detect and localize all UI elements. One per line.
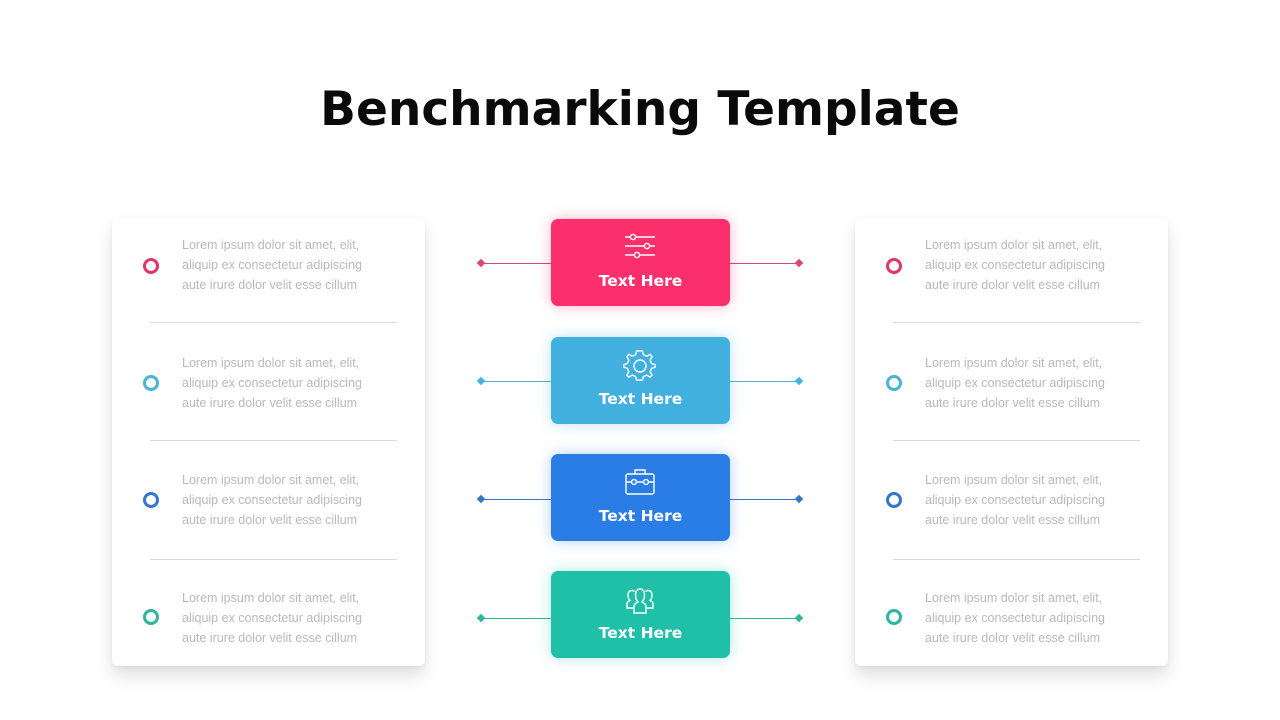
text-line: Lorem ipsum dolor sit amet, elit, (925, 473, 1103, 487)
page-title: Benchmarking Template (320, 82, 960, 137)
card-label: Text Here (598, 624, 683, 642)
text-line: aliquip ex consectetur adipiscing (925, 493, 1105, 507)
card-label: Text Here (598, 390, 683, 408)
text-line: aute irure dolor velit esse cillum (182, 278, 358, 292)
teal-circle-icon (886, 609, 902, 625)
blue-circle-icon (886, 492, 902, 508)
text-line: aliquip ex consectetur adipiscing (925, 376, 1105, 390)
right-item-1: Lorem ipsum dolor sit amet, elit, aliqui… (855, 235, 1168, 353)
text-line: Lorem ipsum dolor sit amet, elit, (925, 356, 1103, 370)
divider (150, 559, 397, 560)
teal-circle-icon (143, 609, 159, 625)
item-text: Lorem ipsum dolor sit amet, elit, aliqui… (182, 353, 412, 413)
text-line: Lorem ipsum dolor sit amet, elit, (182, 591, 360, 605)
left-item-3: Lorem ipsum dolor sit amet, elit, aliqui… (112, 470, 425, 588)
gear-icon (623, 350, 656, 381)
diamond-marker (794, 258, 804, 268)
divider (150, 322, 397, 323)
divider (893, 559, 1140, 560)
sliders-icon (625, 233, 655, 259)
text-line: aute irure dolor velit esse cillum (182, 513, 358, 527)
text-line: aute irure dolor velit esse cillum (182, 396, 358, 410)
diamond-marker (476, 494, 486, 504)
text-line: aute irure dolor velit esse cillum (182, 631, 358, 645)
connector-line (730, 381, 799, 383)
text-line: Lorem ipsum dolor sit amet, elit, (182, 356, 360, 370)
text-line: aliquip ex consectetur adipiscing (182, 258, 362, 272)
pink-circle-icon (886, 258, 902, 274)
card-briefcase[interactable]: Text Here (551, 454, 730, 541)
blue-circle-icon (143, 492, 159, 508)
card-label: Text Here (598, 272, 683, 290)
pink-circle-icon (143, 258, 159, 274)
card-gear[interactable]: Text Here (551, 337, 730, 424)
card-sliders[interactable]: Text Here (551, 219, 730, 306)
item-text: Lorem ipsum dolor sit amet, elit, aliqui… (182, 470, 412, 530)
connector-line (730, 499, 799, 501)
right-item-2: Lorem ipsum dolor sit amet, elit, aliqui… (855, 353, 1168, 471)
text-line: Lorem ipsum dolor sit amet, elit, (925, 238, 1103, 252)
text-line: aliquip ex consectetur adipiscing (182, 493, 362, 507)
item-text: Lorem ipsum dolor sit amet, elit, aliqui… (925, 353, 1155, 413)
item-text: Lorem ipsum dolor sit amet, elit, aliqui… (925, 470, 1155, 530)
text-line: aute irure dolor velit esse cillum (925, 396, 1101, 410)
connector-line (482, 499, 551, 501)
divider (893, 322, 1140, 323)
text-line: aliquip ex consectetur adipiscing (925, 258, 1105, 272)
text-line: aute irure dolor velit esse cillum (925, 513, 1101, 527)
text-line: aliquip ex consectetur adipiscing (182, 376, 362, 390)
right-item-3: Lorem ipsum dolor sit amet, elit, aliqui… (855, 470, 1168, 588)
text-line: aute irure dolor velit esse cillum (925, 631, 1101, 645)
briefcase-icon (625, 469, 655, 495)
diamond-marker (476, 613, 486, 623)
connector-line (730, 618, 799, 620)
left-item-4: Lorem ipsum dolor sit amet, elit, aliqui… (112, 588, 425, 706)
connector-line (730, 263, 799, 265)
item-text: Lorem ipsum dolor sit amet, elit, aliqui… (925, 235, 1155, 295)
card-users[interactable]: Text Here (551, 571, 730, 658)
right-panel: Lorem ipsum dolor sit amet, elit, aliqui… (855, 218, 1168, 666)
text-line: aute irure dolor velit esse cillum (925, 278, 1101, 292)
text-line: aliquip ex consectetur adipiscing (182, 611, 362, 625)
divider (150, 440, 397, 441)
diamond-marker (794, 613, 804, 623)
connector-line (482, 381, 551, 383)
left-panel: Lorem ipsum dolor sit amet, elit, aliqui… (112, 218, 425, 666)
users-icon (626, 588, 654, 614)
diamond-marker (476, 258, 486, 268)
divider (893, 440, 1140, 441)
item-text: Lorem ipsum dolor sit amet, elit, aliqui… (182, 235, 412, 295)
text-line: Lorem ipsum dolor sit amet, elit, (182, 238, 360, 252)
diamond-marker (794, 376, 804, 386)
diamond-marker (794, 494, 804, 504)
text-line: Lorem ipsum dolor sit amet, elit, (182, 473, 360, 487)
connector-line (482, 263, 551, 265)
connector-line (482, 618, 551, 620)
item-text: Lorem ipsum dolor sit amet, elit, aliqui… (182, 588, 412, 648)
left-item-2: Lorem ipsum dolor sit amet, elit, aliqui… (112, 353, 425, 471)
text-line: Lorem ipsum dolor sit amet, elit, (925, 591, 1103, 605)
sky-circle-icon (886, 375, 902, 391)
diamond-marker (476, 376, 486, 386)
item-text: Lorem ipsum dolor sit amet, elit, aliqui… (925, 588, 1155, 648)
text-line: aliquip ex consectetur adipiscing (925, 611, 1105, 625)
right-item-4: Lorem ipsum dolor sit amet, elit, aliqui… (855, 588, 1168, 706)
card-label: Text Here (598, 507, 683, 525)
left-item-1: Lorem ipsum dolor sit amet, elit, aliqui… (112, 235, 425, 353)
sky-circle-icon (143, 375, 159, 391)
